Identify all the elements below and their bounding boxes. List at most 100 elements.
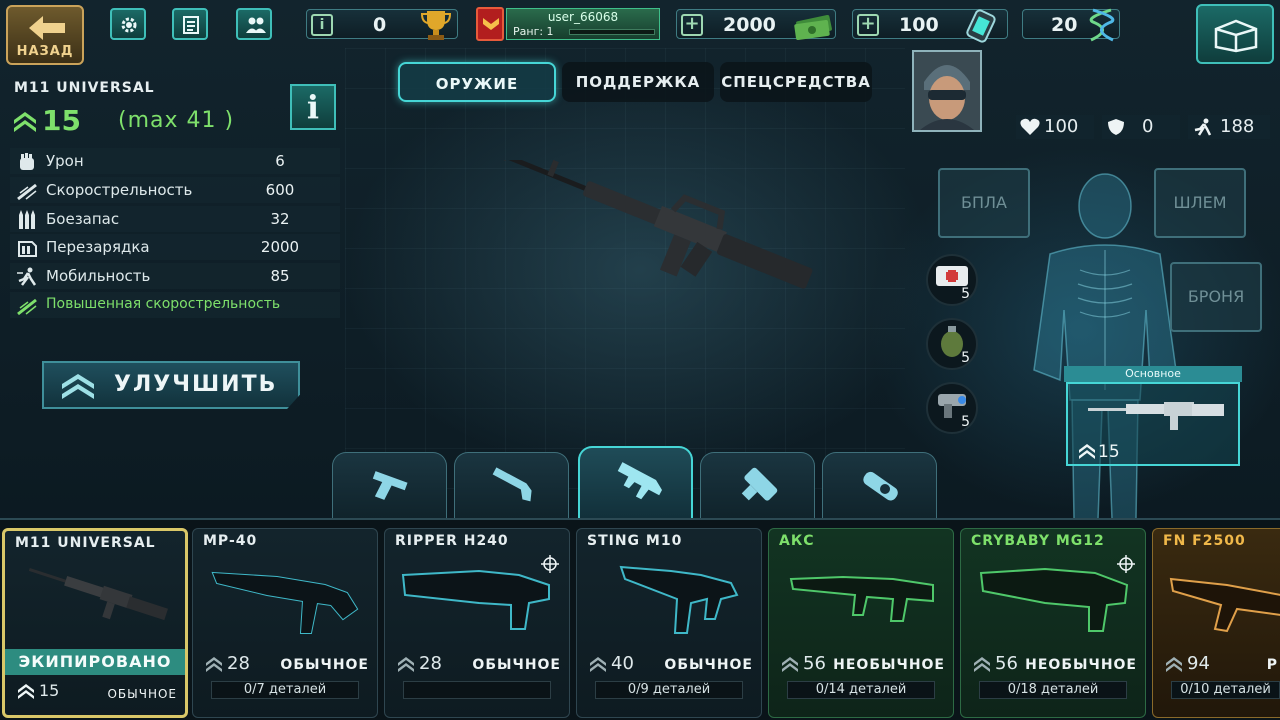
card-parts: 0/7 деталей [211,681,359,699]
card-level-value: 28 [419,653,442,674]
weapon-perk: Повышенная скорострельность [10,292,340,318]
upgrade-button[interactable]: УЛУЧШИТЬ [42,361,300,409]
stat-value: 32 [270,210,290,228]
settings-button[interactable] [110,8,146,40]
armor-slot[interactable]: БРОНЯ [1170,262,1262,332]
primary-weapon-slot[interactable]: 15 [1066,382,1240,466]
category-shotguns[interactable] [454,452,569,518]
helmet-slot[interactable]: ШЛЕМ [1154,168,1246,238]
add-energy-button[interactable]: + [857,14,879,36]
card-level: 28 [205,653,250,674]
speed-value: 188 [1220,116,1255,137]
level-chevrons-icon [974,657,990,672]
energy-cell-icon [966,9,996,43]
storage-button[interactable] [1196,4,1274,64]
category-special-weapons[interactable] [822,452,937,518]
heavy-weapon-icon [741,467,778,501]
card-level: 56 [973,653,1018,674]
drone-slot[interactable]: БПЛА [938,168,1030,238]
chest-icon [1214,19,1258,53]
health-value: 100 [1044,116,1079,137]
energy-counter[interactable]: + 100 [852,9,1008,43]
tab-special-equipment[interactable]: СПЕЦСРЕДСТВА [720,62,872,102]
weapon-card[interactable]: MP-40 28 ОБЫЧНОЕ 0/7 деталей [192,528,378,718]
category-pistols[interactable] [332,452,447,518]
weapon-card[interactable]: RIPPER H240 28 ОБЫЧНОЕ [384,528,570,718]
tab-weapons[interactable]: ОРУЖИЕ [398,62,556,102]
stat-mobility: Мобильность 85 [10,263,340,289]
stat-reload: Перезарядка 2000 [10,234,340,260]
level-chevrons-icon [206,657,222,672]
card-name: MP-40 [203,533,258,549]
card-parts: 0/9 деталей [595,681,743,699]
cash-counter[interactable]: + 2000 [676,9,836,40]
perk-label: Повышенная скорострельность [46,296,281,312]
consumable-medkit[interactable]: 5 [926,254,978,306]
user-name: user_66068 [547,10,619,24]
perk-bullets-icon [17,298,37,316]
stat-value: 6 [275,152,285,170]
stat-label: Перезарядка [46,238,150,256]
friends-button[interactable] [236,8,272,40]
weapon-card[interactable]: АКС 56 НЕОБЫЧНОЕ 0/14 деталей [768,528,954,718]
trophy-value: 0 [373,14,387,36]
back-button[interactable]: НАЗАД [6,5,84,65]
weapon-level-value: 15 [42,104,81,137]
card-name: CRYBABY MG12 [971,533,1105,549]
stat-value: 2000 [260,238,300,256]
card-rarity: Р [1266,657,1278,673]
drone-slot-label: БПЛА [961,193,1007,212]
stat-label: Урон [46,152,84,170]
ripper-h240-image [401,569,550,630]
card-rarity: ОБЫЧНОЕ [107,687,177,701]
medkit-count: 5 [961,286,970,302]
add-cash-button[interactable]: + [681,14,703,36]
character-portrait[interactable] [912,50,982,132]
stat-value: 85 [270,267,290,285]
consumable-grenade[interactable]: 5 [926,318,978,370]
card-name: STING M10 [587,533,683,549]
trophy-counter[interactable]: i 0 [306,9,458,40]
category-heavy-weapons[interactable] [700,452,815,518]
shield-icon [1108,119,1124,135]
primary-level: 15 [1078,442,1120,462]
list-icon [183,16,199,34]
speed-stat: 188 [1188,115,1270,139]
card-level: 28 [397,653,442,674]
armor-value: 0 [1142,116,1154,137]
primary-slot-label: Основное [1064,366,1242,382]
weapon-info-button[interactable]: i [290,84,336,130]
tab-support[interactable]: ПОДДЕРЖКА [562,62,714,102]
assault-rifle-icon [617,462,663,500]
stat-value: 600 [265,181,295,199]
card-rarity: ОБЫЧНОЕ [280,657,369,673]
dna-counter[interactable]: 20 [1022,8,1120,42]
weapon-card[interactable]: FN F2500 94 Р 0/10 деталей [1152,528,1280,718]
weapon-card[interactable]: STING M10 40 ОБЫЧНОЕ 0/9 деталей [576,528,762,718]
stat-damage: Урон 6 [10,148,340,174]
bullets-speed-icon [17,183,37,201]
weapon-name: M11 UNIVERSAL [14,80,155,96]
card-level: 94 [1165,653,1210,674]
level-chevrons-icon [590,657,606,672]
stat-fire-rate: Скорострельность 600 [10,177,340,203]
special-weapon-icon [863,471,898,501]
category-assault-rifles[interactable] [578,446,693,518]
card-rarity: ОБЫЧНОЕ [472,657,561,673]
ammo-icon [19,210,35,229]
card-level-value: 94 [1187,653,1210,674]
top-bar: НАЗАД i 0 user_66068 Ранг: 1 + 2000 + 10… [0,0,1280,65]
rank-progress-bar [569,29,655,35]
card-level-value: 28 [227,653,250,674]
weapon-card[interactable]: M11 UNIVERSAL ЭКИПИРОВАНО 15 ОБЫЧНОЕ [2,528,188,718]
upgrade-chevrons-icon [62,374,94,399]
cash-value: 2000 [723,14,776,36]
consumable-blaster[interactable]: 5 [926,382,978,434]
level-chevrons-icon [1079,444,1095,459]
card-rarity: НЕОБЫЧНОЕ [833,657,945,673]
crybaby-mg12-image [979,567,1129,632]
weapon-card[interactable]: CRYBABY MG12 56 НЕОБЫЧНОЕ 0/18 деталей [960,528,1146,718]
aks-image [789,575,934,622]
tasks-button[interactable] [172,8,208,40]
user-profile[interactable]: user_66068 Ранг: 1 [476,7,660,41]
